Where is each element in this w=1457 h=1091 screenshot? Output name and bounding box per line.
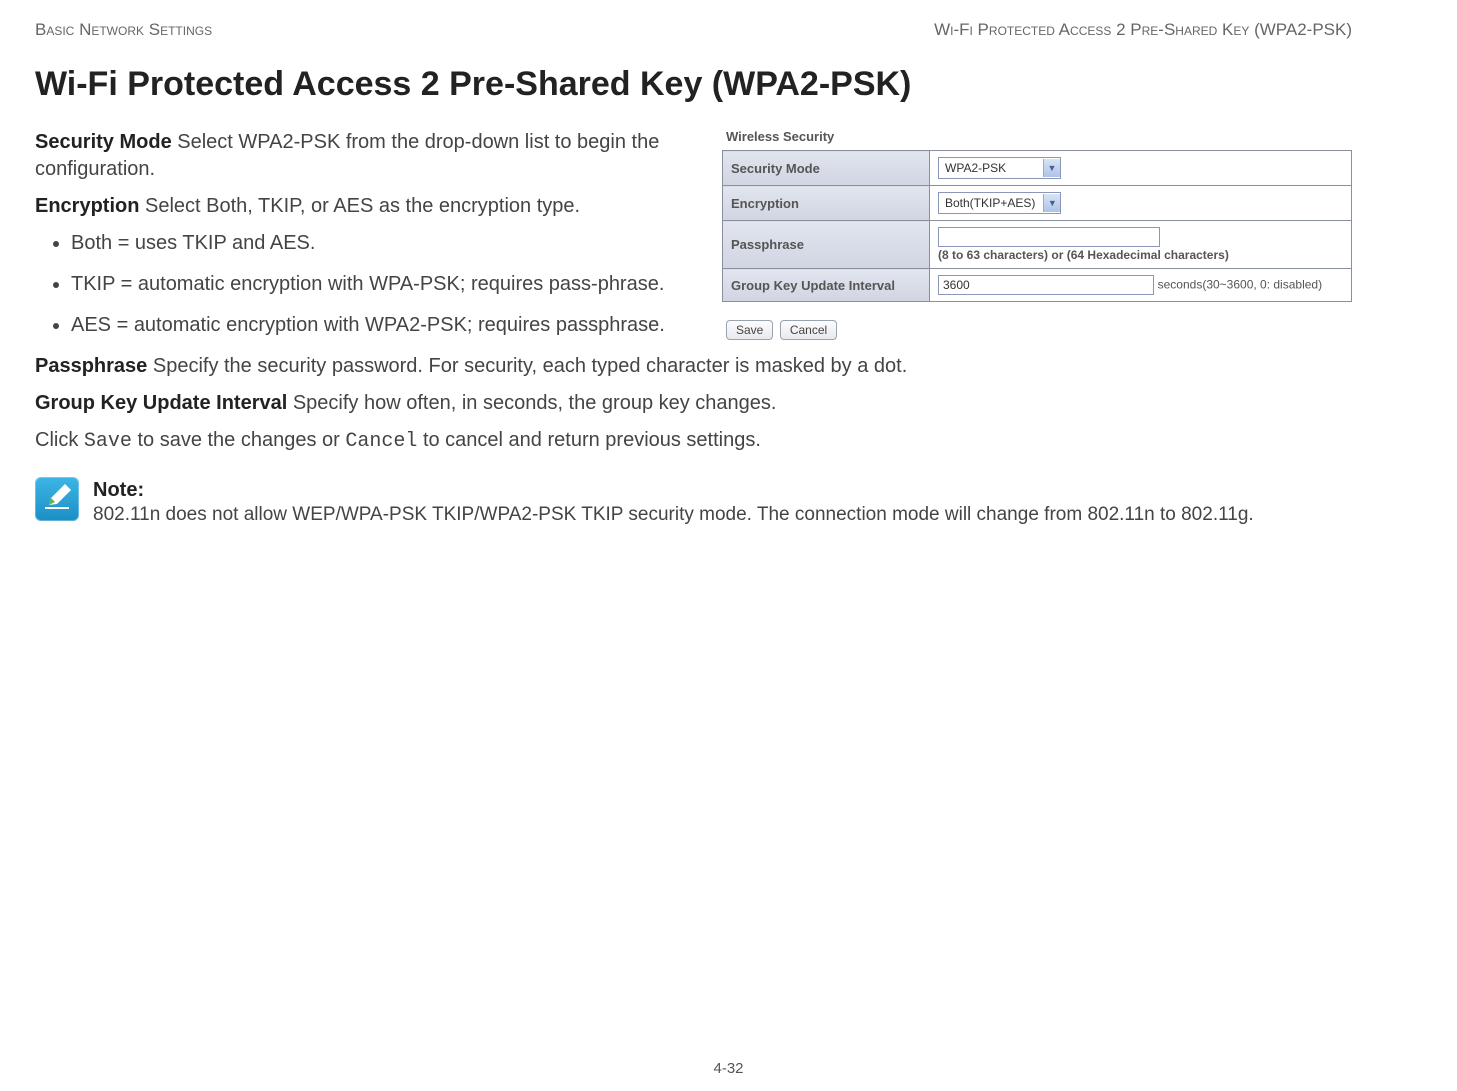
closing-post: to cancel and return previous settings. [417, 429, 761, 451]
term-security-mode: Security Mode [35, 131, 172, 153]
label-group-key: Group Key Update Interval [723, 269, 930, 302]
page-number: 4-32 [0, 1060, 1457, 1077]
term-group-key: Group Key Update Interval [35, 392, 287, 414]
row-encryption: Encryption Both(TKIP+AES) ▼ [723, 186, 1352, 221]
row-security-mode: Security Mode WPA2-PSK ▼ [723, 151, 1352, 186]
header-right: Wi-Fi Protected Access 2 Pre-Shared Key … [934, 20, 1352, 40]
label-encryption: Encryption [723, 186, 930, 221]
security-mode-dropdown[interactable]: WPA2-PSK ▼ [938, 157, 1061, 179]
text-group-key: Specify how often, in seconds, the group… [287, 392, 776, 414]
security-mode-value: WPA2-PSK [939, 161, 1043, 175]
closing-mid: to save the changes or [132, 429, 345, 451]
wireless-security-figure: Wireless Security Security Mode WPA2-PSK… [722, 129, 1352, 340]
closing-cancel: Cancel [345, 430, 417, 453]
pencil-note-icon [35, 477, 79, 521]
term-passphrase: Passphrase [35, 355, 147, 377]
encryption-value: Both(TKIP+AES) [939, 196, 1043, 210]
encryption-dropdown[interactable]: Both(TKIP+AES) ▼ [938, 192, 1061, 214]
row-group-key: Group Key Update Interval 3600 seconds(3… [723, 269, 1352, 302]
closing-save: Save [84, 430, 132, 453]
group-key-input[interactable]: 3600 [938, 275, 1154, 295]
label-security-mode: Security Mode [723, 151, 930, 186]
note-text: 802.11n does not allow WEP/WPA-PSK TKIP/… [93, 503, 1254, 528]
label-passphrase: Passphrase [723, 221, 930, 269]
config-table: Security Mode WPA2-PSK ▼ Encryption Both… [722, 150, 1352, 302]
figure-caption: Wireless Security [722, 129, 1352, 144]
closing-pre: Click [35, 429, 84, 451]
chevron-down-icon: ▼ [1043, 159, 1060, 177]
cancel-button[interactable]: Cancel [780, 320, 837, 340]
text-passphrase: Specify the security password. For secur… [147, 355, 907, 377]
para-group-key: Group Key Update Interval Specify how of… [35, 390, 1352, 417]
term-encryption: Encryption [35, 195, 139, 217]
chevron-down-icon: ▼ [1043, 194, 1060, 212]
passphrase-input[interactable] [938, 227, 1160, 247]
row-passphrase: Passphrase (8 to 63 characters) or (64 H… [723, 221, 1352, 269]
text-encryption: Select Both, TKIP, or AES as the encrypt… [139, 195, 580, 217]
para-passphrase: Passphrase Specify the security password… [35, 353, 1352, 380]
passphrase-hint: (8 to 63 characters) or (64 Hexadecimal … [938, 248, 1229, 262]
note-block: Note: 802.11n does not allow WEP/WPA-PSK… [35, 477, 1352, 528]
para-closing: Click Save to save the changes or Cancel… [35, 427, 1352, 455]
note-label: Note: [93, 477, 1254, 503]
page-title: Wi-Fi Protected Access 2 Pre-Shared Key … [35, 65, 1352, 104]
save-button[interactable]: Save [726, 320, 773, 340]
header-left: Basic Network Settings [35, 20, 212, 40]
group-key-hint: seconds(30~3600, 0: disabled) [1158, 277, 1322, 291]
